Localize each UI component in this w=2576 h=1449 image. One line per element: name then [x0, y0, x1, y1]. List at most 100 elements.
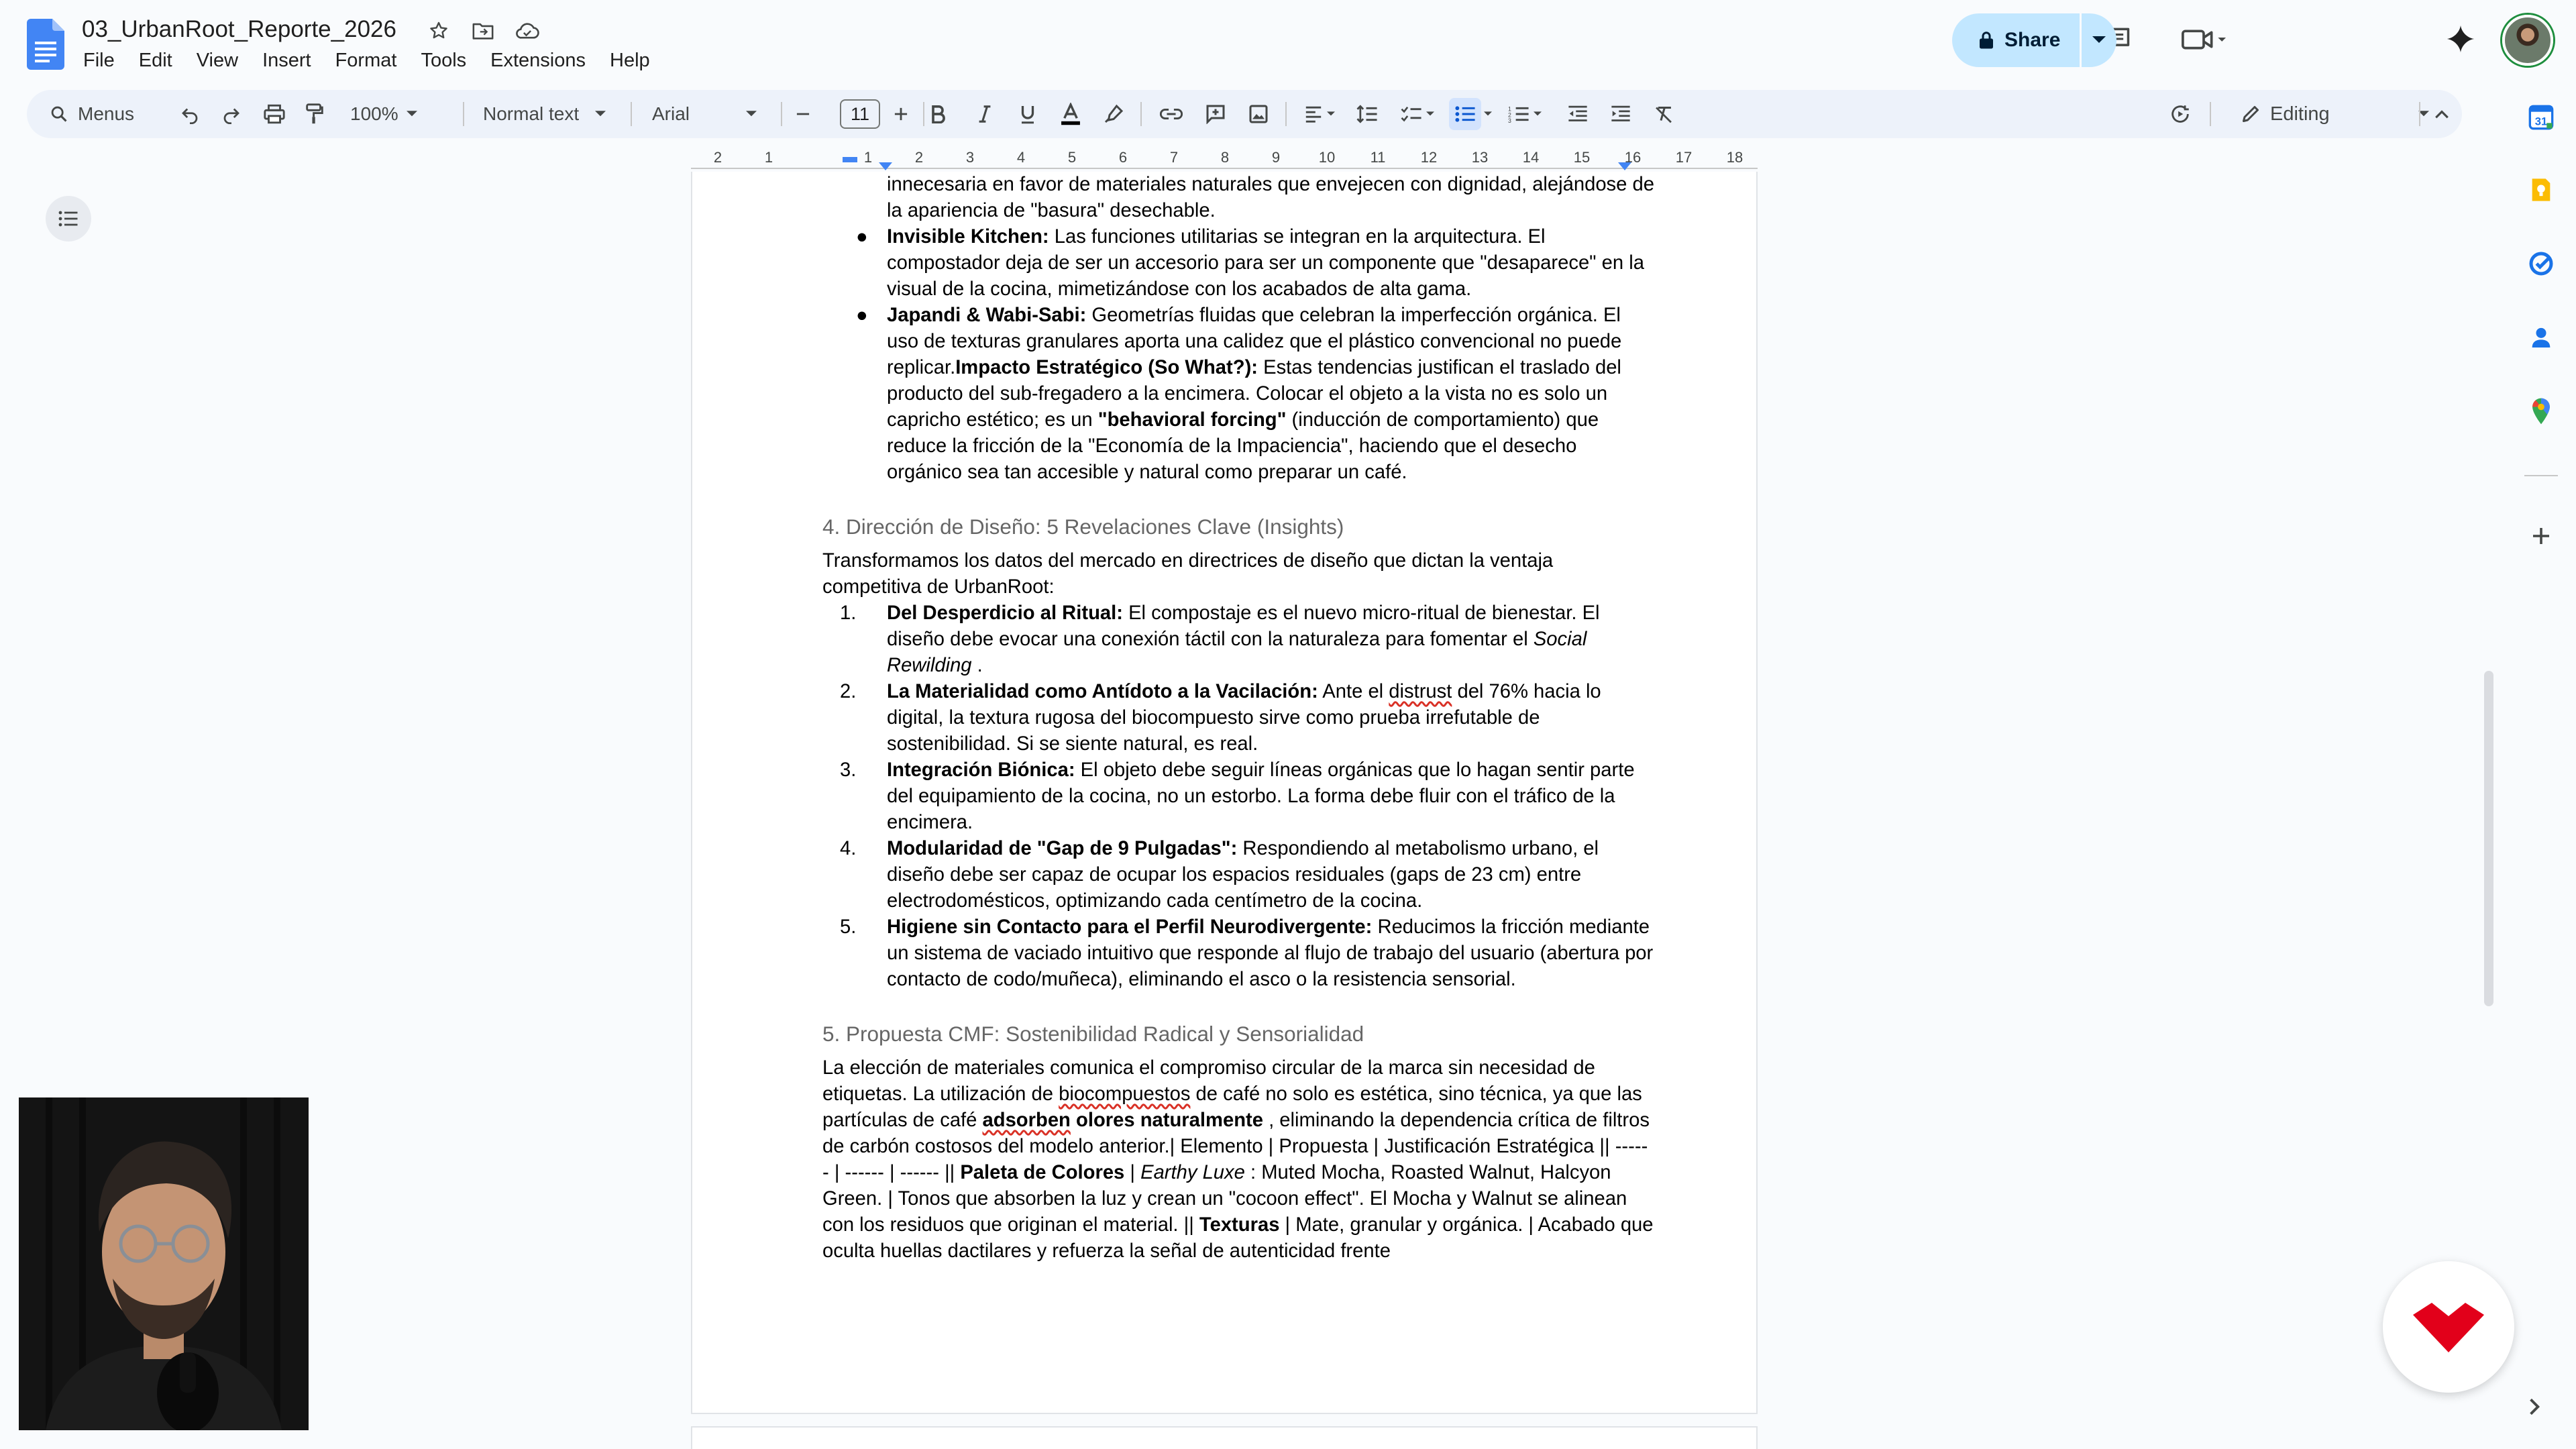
account-avatar[interactable] [2502, 15, 2553, 66]
brand-heart-logo [2413, 1303, 2484, 1352]
bold-text-run: La Materialidad como Antídoto a la Vacil… [887, 681, 1318, 702]
redo-icon[interactable] [221, 90, 241, 138]
ruler-label: 11 [1370, 149, 1386, 166]
clear-formatting-icon[interactable] [1644, 90, 1684, 138]
toolbar-divider [2210, 102, 2211, 126]
menu-file[interactable]: File [82, 48, 127, 73]
add-comment-icon[interactable] [1195, 90, 1236, 138]
zoom-value: 100% [350, 103, 398, 124]
cloud-saved-icon[interactable] [514, 17, 541, 44]
keep-icon[interactable] [2526, 174, 2557, 205]
increase-indent-icon[interactable] [1601, 90, 1641, 138]
search-icon [51, 106, 67, 122]
share-dropdown-chevron-icon[interactable] [2082, 13, 2116, 67]
italic-icon[interactable] [965, 90, 1005, 138]
calendar-icon[interactable]: 31 [2526, 102, 2557, 133]
document-outline-icon[interactable] [46, 196, 91, 241]
meet-icon[interactable] [2174, 20, 2234, 58]
ruler-label: 8 [1220, 149, 1230, 166]
zoom-select[interactable]: 100% [350, 90, 417, 138]
chevron-down-icon [595, 111, 606, 117]
ruler-label: 17 [1675, 149, 1693, 166]
line-spacing-icon[interactable] [1347, 90, 1387, 138]
share-label: Share [2004, 29, 2061, 51]
menu-format[interactable]: Format [323, 48, 409, 73]
menu-bar: File Edit View Insert Format Tools Exten… [82, 48, 662, 73]
side-panel-divider [2524, 475, 2558, 476]
tasks-icon[interactable] [2526, 248, 2557, 279]
numbered-item: 2. La Materialidad como Antídoto a la Vac… [822, 679, 1654, 757]
ruler-label: 4 [1016, 149, 1026, 166]
chevron-down-icon [1327, 111, 1335, 116]
get-addons-plus-icon[interactable] [2526, 521, 2557, 551]
document-page[interactable]: innecesaria en favor de materiales natur… [691, 172, 1758, 1414]
next-document-page[interactable] [691, 1426, 1758, 1449]
gemini-sparkle-icon[interactable] [2442, 20, 2479, 58]
ruler-label: 7 [1169, 149, 1179, 166]
menus-search-label: Menus [78, 103, 135, 124]
numbered-list-select[interactable]: 123 [1500, 90, 1550, 138]
font-size-input[interactable]: 11 [840, 99, 880, 129]
insert-link-icon[interactable] [1151, 90, 1191, 138]
menu-edit[interactable]: Edit [127, 48, 184, 73]
first-line-indent-marker[interactable] [879, 162, 892, 170]
decrease-indent-icon[interactable] [1558, 90, 1598, 138]
vertical-scrollbar-thumb[interactable] [2484, 671, 2493, 1006]
menu-help[interactable]: Help [598, 48, 662, 73]
menu-tools[interactable]: Tools [409, 48, 478, 73]
bulleted-list-chevron-icon[interactable] [1480, 90, 1496, 138]
toolbar-divider [631, 102, 632, 126]
voice-typing-icon[interactable] [2160, 90, 2200, 138]
svg-text:31: 31 [2535, 115, 2548, 128]
brand-logo-badge[interactable] [2383, 1261, 2514, 1393]
document-title[interactable]: 03_UrbanRoot_Reporte_2026 [82, 16, 396, 43]
menus-search[interactable]: Menus [34, 95, 174, 133]
bold-text-run: Higiene sin Contacto para el Perfil Neur… [887, 916, 1373, 938]
bullet-item: innecesaria en favor de materiales natur… [822, 172, 1654, 224]
maps-icon[interactable] [2526, 396, 2557, 427]
highlight-color-icon[interactable] [1093, 90, 1134, 138]
left-indent-marker[interactable] [843, 157, 857, 162]
toolbar-divider [781, 102, 782, 126]
expand-side-panel-chevron-icon[interactable] [2528, 1397, 2548, 1424]
ruler-line [691, 168, 1758, 169]
increase-font-size-icon[interactable] [892, 90, 910, 138]
text-run: . [971, 655, 983, 676]
checklist-select[interactable] [1393, 90, 1442, 138]
editing-mode-select[interactable]: Editing [2241, 90, 2429, 138]
undo-icon[interactable] [180, 90, 200, 138]
bulleted-list-icon[interactable] [1449, 98, 1481, 130]
insert-image-icon[interactable] [1238, 90, 1279, 138]
text-color-icon[interactable] [1051, 90, 1091, 138]
underline-icon[interactable] [1008, 90, 1048, 138]
decrease-font-size-icon[interactable] [794, 90, 812, 138]
font-select[interactable]: Arial [639, 90, 757, 138]
print-icon[interactable] [263, 90, 286, 138]
text-run: biocompuestos [1059, 1083, 1191, 1105]
right-indent-marker[interactable] [1618, 162, 1631, 170]
style-select[interactable]: Normal text [470, 90, 606, 138]
ruler-label: 9 [1271, 149, 1281, 166]
ruler-label: 6 [1118, 149, 1128, 166]
paint-format-icon[interactable] [305, 90, 325, 138]
horizontal-ruler[interactable]: 2 1 1 2 3 4 5 6 7 8 9 10 11 12 13 14 15 … [691, 149, 1758, 172]
move-folder-icon[interactable] [470, 17, 496, 44]
docs-logo-icon[interactable] [27, 19, 64, 70]
numbered-item: 1. Del Desperdicio al Ritual: El composta… [822, 600, 1654, 679]
menu-insert[interactable]: Insert [250, 48, 323, 73]
menu-view[interactable]: View [184, 48, 250, 73]
bold-icon[interactable] [911, 90, 965, 138]
text-run: Ante el [1318, 681, 1389, 702]
document-body[interactable]: innecesaria en favor de materiales natur… [822, 172, 1654, 1265]
share-button[interactable]: Share [1952, 13, 2116, 67]
bold-text-run: olores naturalmente [1070, 1110, 1263, 1131]
bold-text-run: Integración Biónica: [887, 759, 1075, 781]
ruler-label: 3 [965, 149, 975, 166]
chevron-down-icon [1534, 111, 1542, 116]
font-value: Arial [652, 103, 690, 124]
contacts-icon[interactable] [2526, 322, 2557, 353]
star-icon[interactable] [425, 17, 452, 44]
hide-menus-chevron-up-icon[interactable] [2428, 90, 2455, 138]
menu-extensions[interactable]: Extensions [478, 48, 598, 73]
align-select[interactable] [1295, 90, 1344, 138]
